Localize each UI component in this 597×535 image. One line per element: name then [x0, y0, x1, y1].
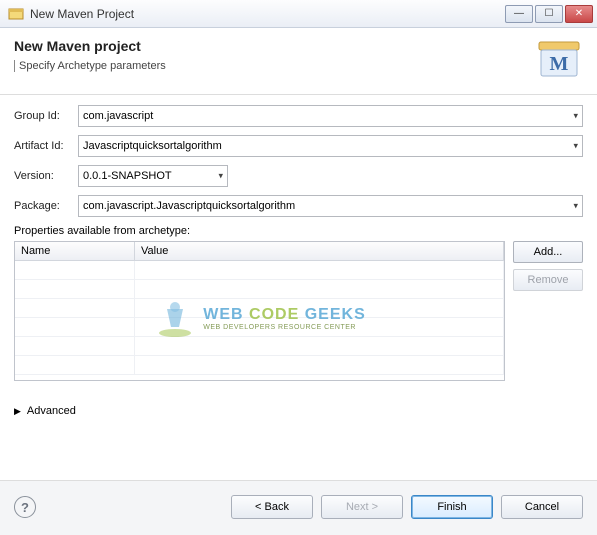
package-field[interactable]: com.javascript.Javascriptquicksortalgori… [78, 195, 583, 217]
group-id-field[interactable]: com.javascript ▾ [78, 105, 583, 127]
wizard-footer: ? < Back Next > Finish Cancel [0, 480, 597, 535]
group-id-row: Group Id: com.javascript ▾ [14, 105, 583, 127]
table-row[interactable] [15, 337, 504, 356]
advanced-label: Advanced [27, 405, 76, 417]
artifact-id-row: Artifact Id: Javascriptquicksortalgorith… [14, 135, 583, 157]
window-titlebar: New Maven Project — ☐ ✕ [0, 0, 597, 28]
table-row[interactable] [15, 261, 504, 280]
properties-section-label: Properties available from archetype: [14, 225, 583, 237]
table-row[interactable] [15, 318, 504, 337]
package-label: Package: [14, 200, 72, 212]
maximize-button[interactable]: ☐ [535, 5, 563, 23]
artifact-id-field[interactable]: Javascriptquicksortalgorithm ▾ [78, 135, 583, 157]
artifact-id-label: Artifact Id: [14, 140, 72, 152]
next-button: Next > [321, 495, 403, 519]
wizard-header-text: New Maven project Specify Archetype para… [14, 38, 166, 72]
minimize-button[interactable]: — [505, 5, 533, 23]
table-header: Name Value [15, 242, 504, 261]
wizard-icon [8, 6, 24, 22]
window-title: New Maven Project [30, 7, 134, 21]
version-row: Version: 0.0.1-SNAPSHOT ▾ [14, 165, 583, 187]
remove-button: Remove [513, 269, 583, 291]
table-side-buttons: Add... Remove [513, 241, 583, 381]
table-row[interactable] [15, 356, 504, 375]
version-value: 0.0.1-SNAPSHOT [83, 170, 172, 182]
window-controls: — ☐ ✕ [503, 5, 593, 23]
wizard-header: New Maven project Specify Archetype para… [0, 28, 597, 95]
version-field[interactable]: 0.0.1-SNAPSHOT ▾ [78, 165, 228, 187]
close-button[interactable]: ✕ [565, 5, 593, 23]
package-value: com.javascript.Javascriptquicksortalgori… [83, 200, 295, 212]
properties-table[interactable]: Name Value WEB C [14, 241, 505, 381]
chevron-down-icon: ▾ [573, 111, 578, 122]
properties-table-wrap: Name Value WEB C [14, 241, 583, 381]
package-row: Package: com.javascript.Javascriptquicks… [14, 195, 583, 217]
add-button[interactable]: Add... [513, 241, 583, 263]
help-icon[interactable]: ? [14, 496, 36, 518]
version-label: Version: [14, 170, 72, 182]
titlebar-left: New Maven Project [8, 6, 134, 22]
chevron-down-icon: ▾ [573, 141, 578, 152]
col-header-value[interactable]: Value [135, 242, 504, 260]
svg-text:M: M [550, 53, 569, 75]
col-header-name[interactable]: Name [15, 242, 135, 260]
footer-buttons: < Back Next > Finish Cancel [231, 495, 583, 519]
artifact-id-value: Javascriptquicksortalgorithm [83, 140, 222, 152]
finish-button[interactable]: Finish [411, 495, 493, 519]
chevron-down-icon: ▾ [218, 171, 223, 182]
table-row[interactable] [15, 299, 504, 318]
page-title: New Maven project [14, 38, 166, 54]
chevron-down-icon: ▾ [573, 201, 578, 212]
group-id-label: Group Id: [14, 110, 72, 122]
group-id-value: com.javascript [83, 110, 153, 122]
maven-icon: M [535, 38, 583, 80]
advanced-expander[interactable]: ▶ Advanced [14, 405, 583, 417]
page-subtitle: Specify Archetype parameters [14, 60, 166, 72]
back-button[interactable]: < Back [231, 495, 313, 519]
table-row[interactable] [15, 280, 504, 299]
expand-icon: ▶ [14, 406, 21, 417]
cancel-button[interactable]: Cancel [501, 495, 583, 519]
table-body: WEB CODE GEEKS WEB DEVELOPERS RESOURCE C… [15, 261, 504, 376]
form-area: Group Id: com.javascript ▾ Artifact Id: … [0, 95, 597, 423]
